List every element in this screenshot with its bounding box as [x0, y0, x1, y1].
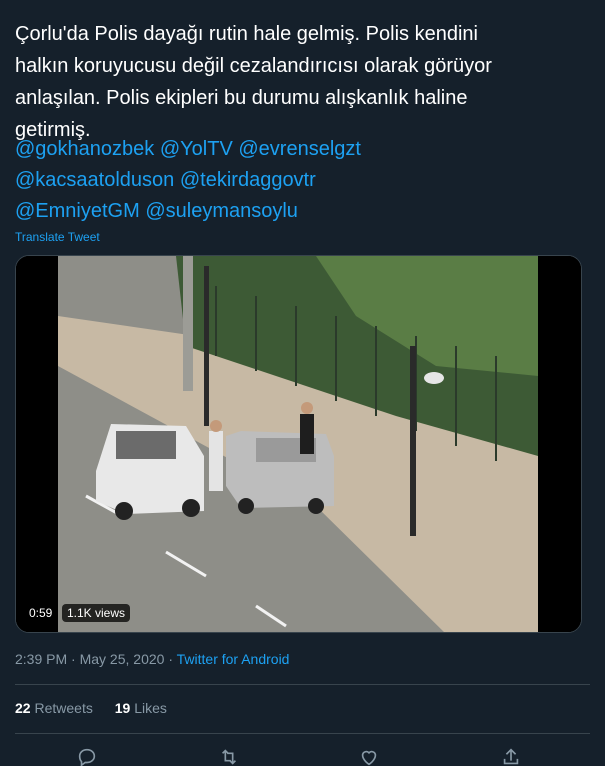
tweet-text: Çorlu'da Polis dayağı rutin hale gelmiş.… — [15, 18, 590, 146]
tweet-text-line: Çorlu'da Polis dayağı rutin hale gelmiş.… — [15, 23, 478, 45]
tweet-source-link[interactable]: Twitter for Android — [177, 651, 290, 667]
share-icon[interactable] — [500, 746, 522, 766]
likes-stat[interactable]: 19 Likes — [115, 700, 167, 716]
tweet-meta: 2:39 PM · May 25, 2020 · Twitter for And… — [15, 651, 289, 667]
video-frame — [16, 256, 581, 632]
likes-label: Likes — [134, 700, 167, 716]
tweet-text-line: anlaşılan. Polis ekipleri bu durumu alış… — [15, 87, 468, 109]
mention-link[interactable]: @tekirdaggovtr — [180, 169, 316, 191]
mention-link[interactable]: @EmniyetGM — [15, 200, 140, 222]
tweet-actions — [0, 746, 605, 766]
tweet-date[interactable]: May 25, 2020 — [80, 651, 165, 667]
retweets-count: 22 — [15, 700, 31, 716]
retweets-label: Retweets — [34, 700, 93, 716]
tweet-time[interactable]: 2:39 PM — [15, 651, 67, 667]
like-icon[interactable] — [358, 746, 380, 766]
likes-count: 19 — [114, 700, 131, 716]
tweet-detail: Çorlu'da Polis dayağı rutin hale gelmiş.… — [0, 0, 605, 766]
mention-link[interactable]: @YolTV — [160, 138, 233, 160]
divider — [15, 684, 590, 685]
mention-link[interactable]: @suleymansoylu — [145, 200, 298, 222]
tweet-text-line: halkın koruyucusu değil cezalandırıcısı … — [15, 55, 492, 77]
mention-link[interactable]: @gokhanozbek — [15, 138, 154, 160]
translate-tweet-link[interactable]: Translate Tweet — [15, 230, 100, 244]
meta-separator: · — [164, 651, 177, 667]
mention-line: @kacsaatolduson @tekirdaggovtr — [15, 165, 361, 196]
mention-line: @gokhanozbek @YolTV @evrenselgzt — [15, 134, 361, 165]
video-views: 1.1K views — [62, 604, 131, 622]
tweet-stats: 22 Retweets 19 Likes — [15, 700, 185, 716]
reply-icon[interactable] — [76, 746, 98, 766]
meta-separator: · — [67, 651, 80, 667]
retweet-icon[interactable] — [218, 746, 240, 766]
mentions: @gokhanozbek @YolTV @evrenselgzt @kacsaa… — [15, 134, 361, 227]
mention-link[interactable]: @kacsaatolduson — [15, 169, 174, 191]
retweets-stat[interactable]: 22 Retweets — [15, 700, 93, 716]
video-scene — [58, 256, 538, 632]
video-player[interactable]: 0:59 1.1K views — [15, 255, 582, 633]
mention-line: @EmniyetGM @suleymansoylu — [15, 196, 361, 227]
video-duration: 0:59 — [24, 604, 58, 622]
mention-link[interactable]: @evrenselgzt — [238, 138, 361, 160]
divider — [15, 733, 590, 734]
